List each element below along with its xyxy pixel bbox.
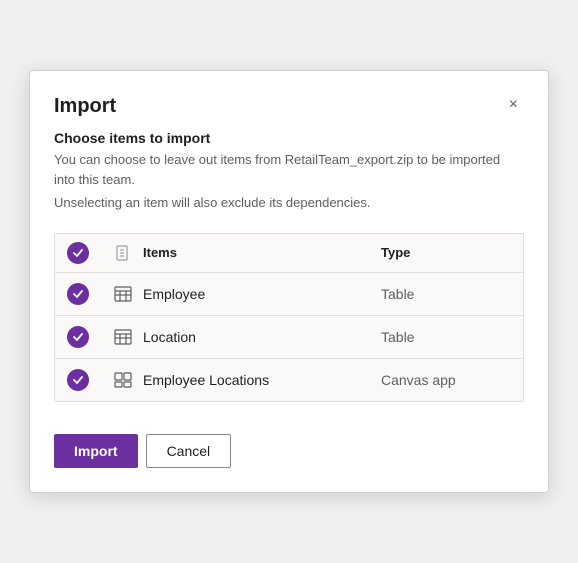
row-checkbox-1[interactable] [67, 326, 89, 348]
dialog-subtitle: Choose items to import [54, 130, 524, 146]
dialog-description: You can choose to leave out items from R… [54, 150, 524, 189]
cancel-button[interactable]: Cancel [146, 434, 232, 468]
canvas-icon-2 [103, 370, 143, 390]
row-checkbox-2[interactable] [67, 369, 89, 391]
items-table: Items Type Employee Table [54, 233, 524, 402]
item-name-0: Employee [143, 286, 381, 302]
item-type-1: Table [381, 329, 511, 345]
item-type-0: Table [381, 286, 511, 302]
dialog-header: Import × [54, 95, 524, 118]
table-icon-1 [103, 327, 143, 347]
dialog-description-2: Unselecting an item will also exclude it… [54, 193, 524, 213]
dialog-footer: Import Cancel [54, 434, 524, 468]
table-row: Location Table [55, 316, 523, 359]
row-checkbox-0[interactable] [67, 283, 89, 305]
header-doc-icon [103, 244, 143, 262]
type-column-header: Type [381, 245, 511, 260]
table-header: Items Type [55, 234, 523, 273]
item-name-1: Location [143, 329, 381, 345]
item-name-2: Employee Locations [143, 372, 381, 388]
import-dialog: Import × Choose items to import You can … [29, 70, 549, 493]
item-type-2: Canvas app [381, 372, 511, 388]
items-column-header: Items [143, 245, 381, 260]
dialog-title: Import [54, 95, 116, 118]
table-row: Employee Locations Canvas app [55, 359, 523, 401]
import-button[interactable]: Import [54, 434, 138, 468]
table-icon-0 [103, 284, 143, 304]
select-all-checkbox[interactable] [67, 242, 89, 264]
table-row: Employee Table [55, 273, 523, 316]
close-button[interactable]: × [503, 95, 524, 115]
